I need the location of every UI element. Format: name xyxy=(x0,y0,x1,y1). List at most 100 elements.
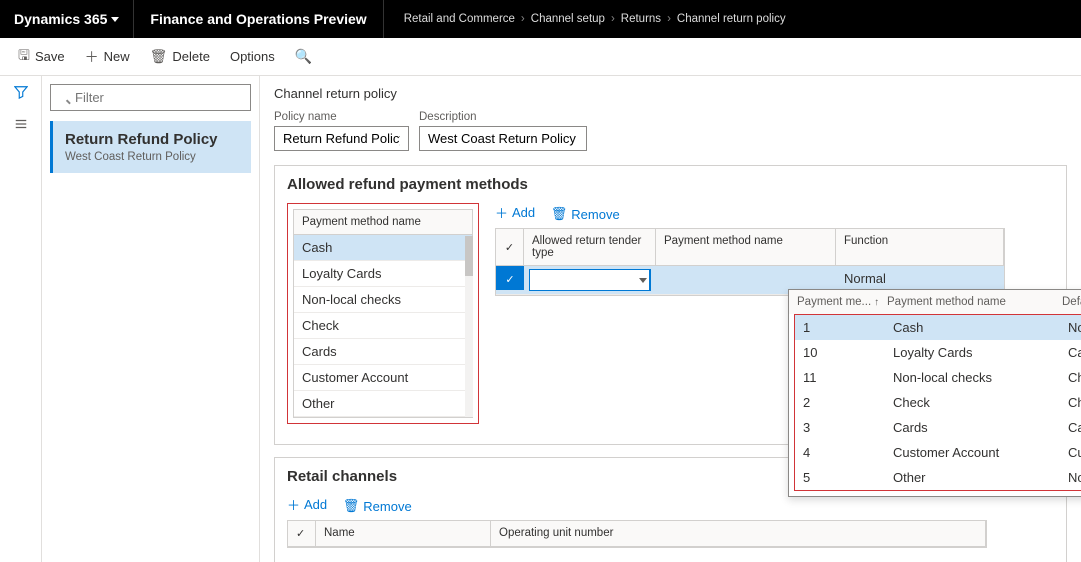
lookup-row[interactable]: 10Loyalty CardsCard xyxy=(795,340,1081,365)
page-title: Channel return policy xyxy=(274,86,1067,101)
tender-cell xyxy=(524,266,656,294)
col-header-tender[interactable]: Allowed return tender type xyxy=(524,229,656,265)
lookup-col-name[interactable]: Payment method name xyxy=(887,296,1062,308)
chevron-down-icon xyxy=(639,278,647,283)
add-label: Add xyxy=(304,497,327,512)
tender-actions: ＋ Add 🗑Remove xyxy=(495,203,1054,222)
remove-tender-button[interactable]: 🗑Remove xyxy=(551,206,620,222)
list-rail-button[interactable] xyxy=(0,108,41,140)
col-header-fn[interactable]: Function xyxy=(836,229,1004,265)
tender-lookup-popup: Payment me... Payment method name Defaul… xyxy=(788,289,1081,497)
lookup-row[interactable]: 5OtherNormal xyxy=(795,465,1081,490)
scrollbar-thumb[interactable] xyxy=(465,236,473,276)
funnel-icon xyxy=(14,85,28,99)
payment-method-header[interactable]: Payment method name xyxy=(294,210,472,235)
remove-label: Remove xyxy=(363,499,411,514)
policy-name-label: Policy name xyxy=(274,111,409,123)
payment-method-list: Payment method name Cash Loyalty Cards N… xyxy=(293,209,473,418)
options-label: Options xyxy=(230,49,275,64)
record-card-title: Return Refund Policy xyxy=(65,131,239,148)
breadcrumb-item[interactable]: Returns xyxy=(621,13,661,25)
list-icon xyxy=(14,117,28,131)
list-item[interactable]: Loyalty Cards xyxy=(294,261,472,287)
save-button[interactable]: 🖫 Save xyxy=(10,41,73,73)
filter-input[interactable] xyxy=(50,84,251,111)
search-icon: 🔍 xyxy=(295,48,312,65)
save-label: Save xyxy=(35,49,65,64)
col-header-pmn[interactable]: Payment method name xyxy=(656,229,836,265)
retail-grid: Name Operating unit number xyxy=(287,520,987,548)
chevron-right-icon: › xyxy=(521,13,525,25)
brand-label: Dynamics 365 xyxy=(14,11,107,27)
save-icon: 🖫 xyxy=(18,45,30,69)
chevron-down-icon xyxy=(111,17,119,22)
breadcrumb-item[interactable]: Retail and Commerce xyxy=(404,13,515,25)
lookup-body: 1CashNormal 10Loyalty CardsCard 11Non-lo… xyxy=(794,314,1081,491)
plus-icon: ＋ xyxy=(495,203,508,222)
chevron-right-icon: › xyxy=(667,13,671,25)
list-item[interactable]: Other xyxy=(294,391,472,417)
record-card[interactable]: Return Refund Policy West Coast Return P… xyxy=(50,121,251,173)
tender-grid: Allowed return tender type Payment metho… xyxy=(495,228,1005,296)
remove-label: Remove xyxy=(571,207,619,222)
description-field: Description xyxy=(419,111,587,151)
list-item[interactable]: Non-local checks xyxy=(294,287,472,313)
search-button[interactable]: 🔍 xyxy=(287,44,320,69)
main-area: Return Refund Policy West Coast Return P… xyxy=(0,76,1081,562)
options-button[interactable]: Options xyxy=(222,45,283,68)
add-label: Add xyxy=(512,205,535,220)
header-form: Policy name Description xyxy=(274,111,1067,151)
retail-grid-header: Name Operating unit number xyxy=(288,521,986,547)
plus-icon: ＋ xyxy=(85,47,99,67)
content-pane: Channel return policy Policy name Descri… xyxy=(260,76,1081,562)
list-item[interactable]: Cash xyxy=(294,235,472,261)
lookup-row[interactable]: 11Non-local checksCheck xyxy=(795,365,1081,390)
left-rail xyxy=(0,76,42,562)
tender-dropdown[interactable] xyxy=(529,269,651,291)
app-title: Finance and Operations Preview xyxy=(134,0,383,38)
list-item[interactable]: Cards xyxy=(294,339,472,365)
retail-actions: ＋ Add 🗑Remove xyxy=(287,495,1054,514)
lookup-col-fn[interactable]: Default function xyxy=(1062,296,1081,308)
lookup-row[interactable]: 3CardsCard xyxy=(795,415,1081,440)
col-header-op[interactable]: Operating unit number xyxy=(491,521,986,546)
delete-label: Delete xyxy=(172,49,210,64)
trash-icon: 🗑 xyxy=(150,48,168,65)
record-sidebar: Return Refund Policy West Coast Return P… xyxy=(42,76,260,562)
add-tender-button[interactable]: ＋ Add xyxy=(495,203,535,222)
row-checkbox[interactable] xyxy=(496,266,524,290)
record-card-subtitle: West Coast Return Policy xyxy=(65,151,239,163)
col-header-name[interactable]: Name xyxy=(316,521,491,546)
app-topbar: Dynamics 365 Finance and Operations Prev… xyxy=(0,0,1081,38)
check-icon xyxy=(505,241,514,254)
select-all-checkbox[interactable] xyxy=(288,521,316,546)
lookup-row[interactable]: 2CheckCheck xyxy=(795,390,1081,415)
list-item[interactable]: Check xyxy=(294,313,472,339)
tender-grid-area: ＋ Add 🗑Remove Allowed return tender type … xyxy=(495,203,1054,296)
scrollbar[interactable] xyxy=(465,236,473,417)
check-icon xyxy=(505,271,514,286)
brand-menu[interactable]: Dynamics 365 xyxy=(0,0,134,38)
delete-button[interactable]: 🗑 Delete xyxy=(142,44,218,69)
description-input[interactable] xyxy=(419,126,587,151)
lookup-row[interactable]: 1CashNormal xyxy=(795,315,1081,340)
breadcrumb-item[interactable]: Channel return policy xyxy=(677,13,786,25)
description-label: Description xyxy=(419,111,587,123)
filter-wrap xyxy=(50,84,251,111)
new-button[interactable]: ＋ New xyxy=(77,43,138,71)
select-all-checkbox[interactable] xyxy=(496,229,524,265)
lookup-row[interactable]: 4Customer AccountCustomer xyxy=(795,440,1081,465)
list-item[interactable]: Customer Account xyxy=(294,365,472,391)
breadcrumb: Retail and Commerce › Channel setup › Re… xyxy=(384,13,786,25)
lookup-header: Payment me... Payment method name Defaul… xyxy=(789,290,1081,314)
trash-icon: 🗑 xyxy=(343,498,360,514)
new-label: New xyxy=(104,49,130,64)
filter-rail-button[interactable] xyxy=(0,76,41,108)
lookup-col-num[interactable]: Payment me... xyxy=(797,296,887,308)
plus-icon: ＋ xyxy=(287,495,300,514)
policy-name-input[interactable] xyxy=(274,126,409,151)
add-channel-button[interactable]: ＋ Add xyxy=(287,495,327,514)
breadcrumb-item[interactable]: Channel setup xyxy=(531,13,605,25)
chevron-right-icon: › xyxy=(611,13,615,25)
remove-channel-button[interactable]: 🗑Remove xyxy=(343,498,412,514)
